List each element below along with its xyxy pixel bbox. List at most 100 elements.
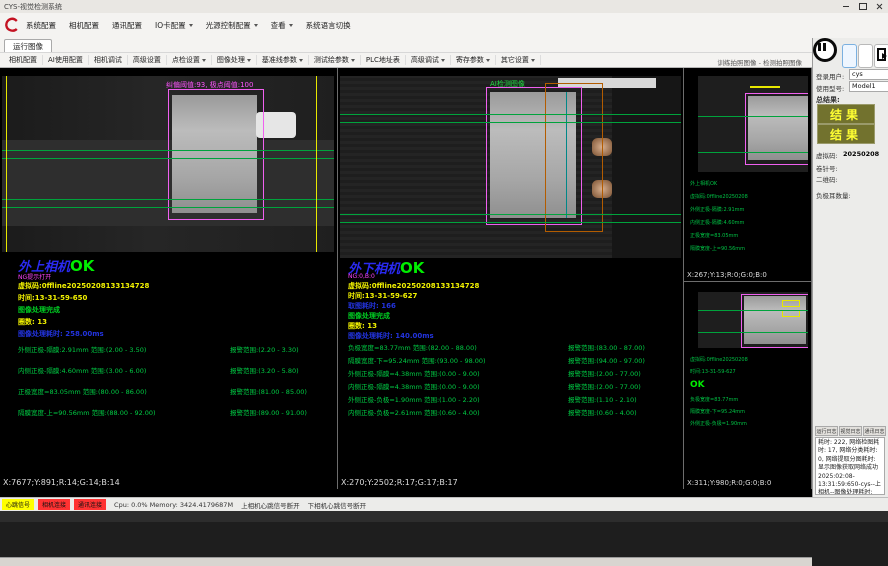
ai-image-label: AI检测图像 (490, 79, 525, 89)
ng-hint: NG提示打开 (18, 272, 51, 281)
title-bar: CYS-视觉检测系统 (0, 0, 888, 14)
menu-label: 相机配置 (69, 20, 99, 31)
virtual-code-line: 虚拟码:0ffline20250208133134728 (18, 281, 149, 291)
login-user-field[interactable]: cys (849, 69, 888, 80)
upper-thumbnail-image[interactable] (698, 76, 808, 172)
lower-thumbnail-image[interactable] (698, 292, 808, 348)
mini-log-line: 隔膜宽度-下=95.24mm (690, 408, 745, 415)
virtual-code-label: 虚拟码: (816, 150, 838, 160)
menu-view[interactable]: 查看 (271, 20, 293, 31)
login-user-button[interactable] (842, 44, 857, 68)
tool-camera-debug[interactable]: 相机调试 (89, 55, 128, 65)
measure-line (2, 207, 334, 208)
measure-line (2, 150, 334, 151)
turns-line: 圈数: 13 (18, 317, 47, 327)
lower-camera-image[interactable]: AI检测图像 (340, 76, 681, 258)
right-sidebar: 登录用户: cys 使用型号: Model1 总结果: 结果 结果 虚拟码: 2… (812, 38, 888, 497)
heartbeat-badge: 心跳信号 (2, 499, 34, 510)
user-manage-button[interactable] (858, 44, 873, 68)
dropdown-arrow-icon (531, 59, 535, 62)
measurement-text: 正极宽度=83.05mm 范围:(80.00 - 86.00) (18, 386, 147, 396)
done-line: 图像处理完成 (348, 311, 390, 321)
tool-label: 相机调试 (94, 55, 122, 65)
tool-spot-check[interactable]: 点检设置 (167, 55, 212, 65)
threshold-overlay-text: 纠偏阈值:93, 极点阈值:100 (166, 80, 253, 90)
edge-marker-line (6, 76, 7, 252)
needle-number-label: 卷针号: (816, 163, 838, 173)
pixel-coords-readout: X:270;Y:2502;R:17;G:17;B:17 (341, 478, 458, 487)
measure-line (340, 114, 681, 115)
minimize-button[interactable] (837, 1, 854, 12)
turns-line: 圈数: 13 (348, 321, 377, 331)
time-line: 时间:13-31-59-650 (18, 293, 87, 303)
mini-log-line: 外上相机OK (690, 180, 717, 187)
tool-camera-config[interactable]: 相机配置 (4, 55, 43, 65)
menu-light-config[interactable]: 光源控制配置 (206, 20, 258, 31)
menu-comm-config[interactable]: 通讯配置 (112, 20, 142, 31)
proc-time-line: 图像处理耗时: 140.00ms (348, 331, 434, 341)
tool-label: 基准线参数 (262, 55, 297, 65)
tool-label: 高级设置 (133, 55, 161, 65)
tool-advanced-debug[interactable]: 高级调试 (406, 55, 451, 65)
menu-io-config[interactable]: IO卡配置 (155, 20, 193, 31)
ai-roi-rect (545, 83, 603, 232)
tool-image-processing[interactable]: 图像处理 (212, 55, 257, 65)
pause-button[interactable] (813, 38, 837, 62)
log-tab-run[interactable]: 运行日志 (815, 426, 838, 436)
tool-label: 相机配置 (9, 55, 37, 65)
measure-line (698, 310, 808, 311)
tool-advanced-settings[interactable]: 高级设置 (128, 55, 167, 65)
overlay-mark (750, 86, 780, 88)
upper-camera-image[interactable]: 纠偏阈值:93, 极点阈值:100 (2, 76, 334, 252)
measurement-text: 外侧正极-隔膜=4.38mm 范围:(0.00 - 9.00) (348, 368, 480, 378)
dropdown-arrow-icon (486, 59, 490, 62)
log-tab-comm[interactable]: 通讯日志 (863, 426, 886, 436)
close-button[interactable] (871, 1, 888, 12)
alarm-range-text: 报警范围:(2.20 - 3.30) (230, 344, 299, 354)
tool-ai-config[interactable]: AI使用配置 (43, 55, 89, 65)
tool-baseline-params[interactable]: 基准线参数 (257, 55, 309, 65)
menu-system-config[interactable]: 系统配置 (26, 20, 56, 31)
menu-items: 系统配置 相机配置 通讯配置 IO卡配置 光源控制配置 查看 系统语言切换 (26, 20, 351, 31)
lower-camera-panel: AI检测图像 外下相机OK NG:0,B:0 虚拟码:0ffline202502… (338, 68, 684, 489)
log-text-area[interactable]: 耗时: 222, 网络检图耗时: 17, 网络分类耗时: 0, 网络提取分图耗时… (815, 437, 885, 495)
tab-run-image[interactable]: 运行图像 (4, 39, 52, 53)
mini-log-line: 内侧正极-隔膜:4.60mm (690, 219, 744, 226)
tool-other-settings[interactable]: 其它设置 (496, 55, 541, 65)
menu-label: 光源控制配置 (206, 20, 251, 31)
login-user-label: 登录用户: (816, 71, 844, 81)
tool-label: 图像处理 (217, 55, 245, 65)
measurement-text: 负极宽度=83.77mm 范围:(82.00 - 88.00) (348, 342, 477, 352)
alarm-range-text: 报警范围:(81.00 - 85.00) (230, 386, 307, 396)
upper-camera-panel: 纠偏阈值:93, 极点阈值:100 外上相机OK NG提示打开 虚拟码:0ffl… (0, 68, 338, 489)
lower-camera-heartbeat-text: 下相机心跳信号断开 (308, 500, 367, 510)
tool-label: 高级调试 (411, 55, 439, 65)
menu-label: 系统配置 (26, 20, 56, 31)
cpu-memory-text: Cpu: 0.0% Memory: 3424.4179687M (114, 501, 233, 509)
dropdown-arrow-icon (289, 24, 293, 27)
measure-line (2, 199, 334, 200)
toolbar: 相机配置 AI使用配置 相机调试 高级设置 点检设置 图像处理 基准线参数 测试… (0, 52, 812, 68)
alarm-range-text: 报警范围:(83.00 - 87.00) (568, 342, 645, 352)
detection-roi-rect (745, 93, 808, 165)
window-title: CYS-视觉检测系统 (0, 2, 837, 12)
menu-camera-config[interactable]: 相机配置 (69, 20, 99, 31)
result-display-1: 结果 (817, 104, 875, 124)
dropdown-arrow-icon (441, 59, 445, 62)
maximize-button[interactable] (854, 1, 871, 12)
ng-hint: NG:0,B:0 (348, 273, 375, 280)
pixel-coords-readout: X:7677;Y:891;R:14;G:14;B:14 (3, 478, 120, 487)
tool-test-params[interactable]: 测试绘参数 (309, 55, 361, 65)
menu-language-switch[interactable]: 系统语言切换 (306, 20, 351, 31)
measurement-text: 内侧正极-隔膜:4.60mm 范围:(3.00 - 6.00) (18, 365, 146, 375)
grab-time-line: 取图耗时: 166 (348, 301, 396, 311)
main-area: 纠偏阈值:93, 极点阈值:100 外上相机OK NG提示打开 虚拟码:0ffl… (0, 68, 812, 489)
measurement-text: 内侧正极-隔膜=4.38mm 范围:(0.00 - 9.00) (348, 381, 480, 391)
tool-register-params[interactable]: 寄存参数 (451, 55, 496, 65)
model-field[interactable]: Model1 (849, 81, 888, 92)
exit-button[interactable] (874, 44, 888, 68)
tool-plc-address[interactable]: PLC地址表 (361, 55, 406, 65)
measurement-text: 隔膜宽度-下=95.24mm 范围:(93.00 - 98.00) (348, 355, 486, 365)
tool-label: 寄存参数 (456, 55, 484, 65)
log-tab-vision[interactable]: 视觉日志 (839, 426, 862, 436)
